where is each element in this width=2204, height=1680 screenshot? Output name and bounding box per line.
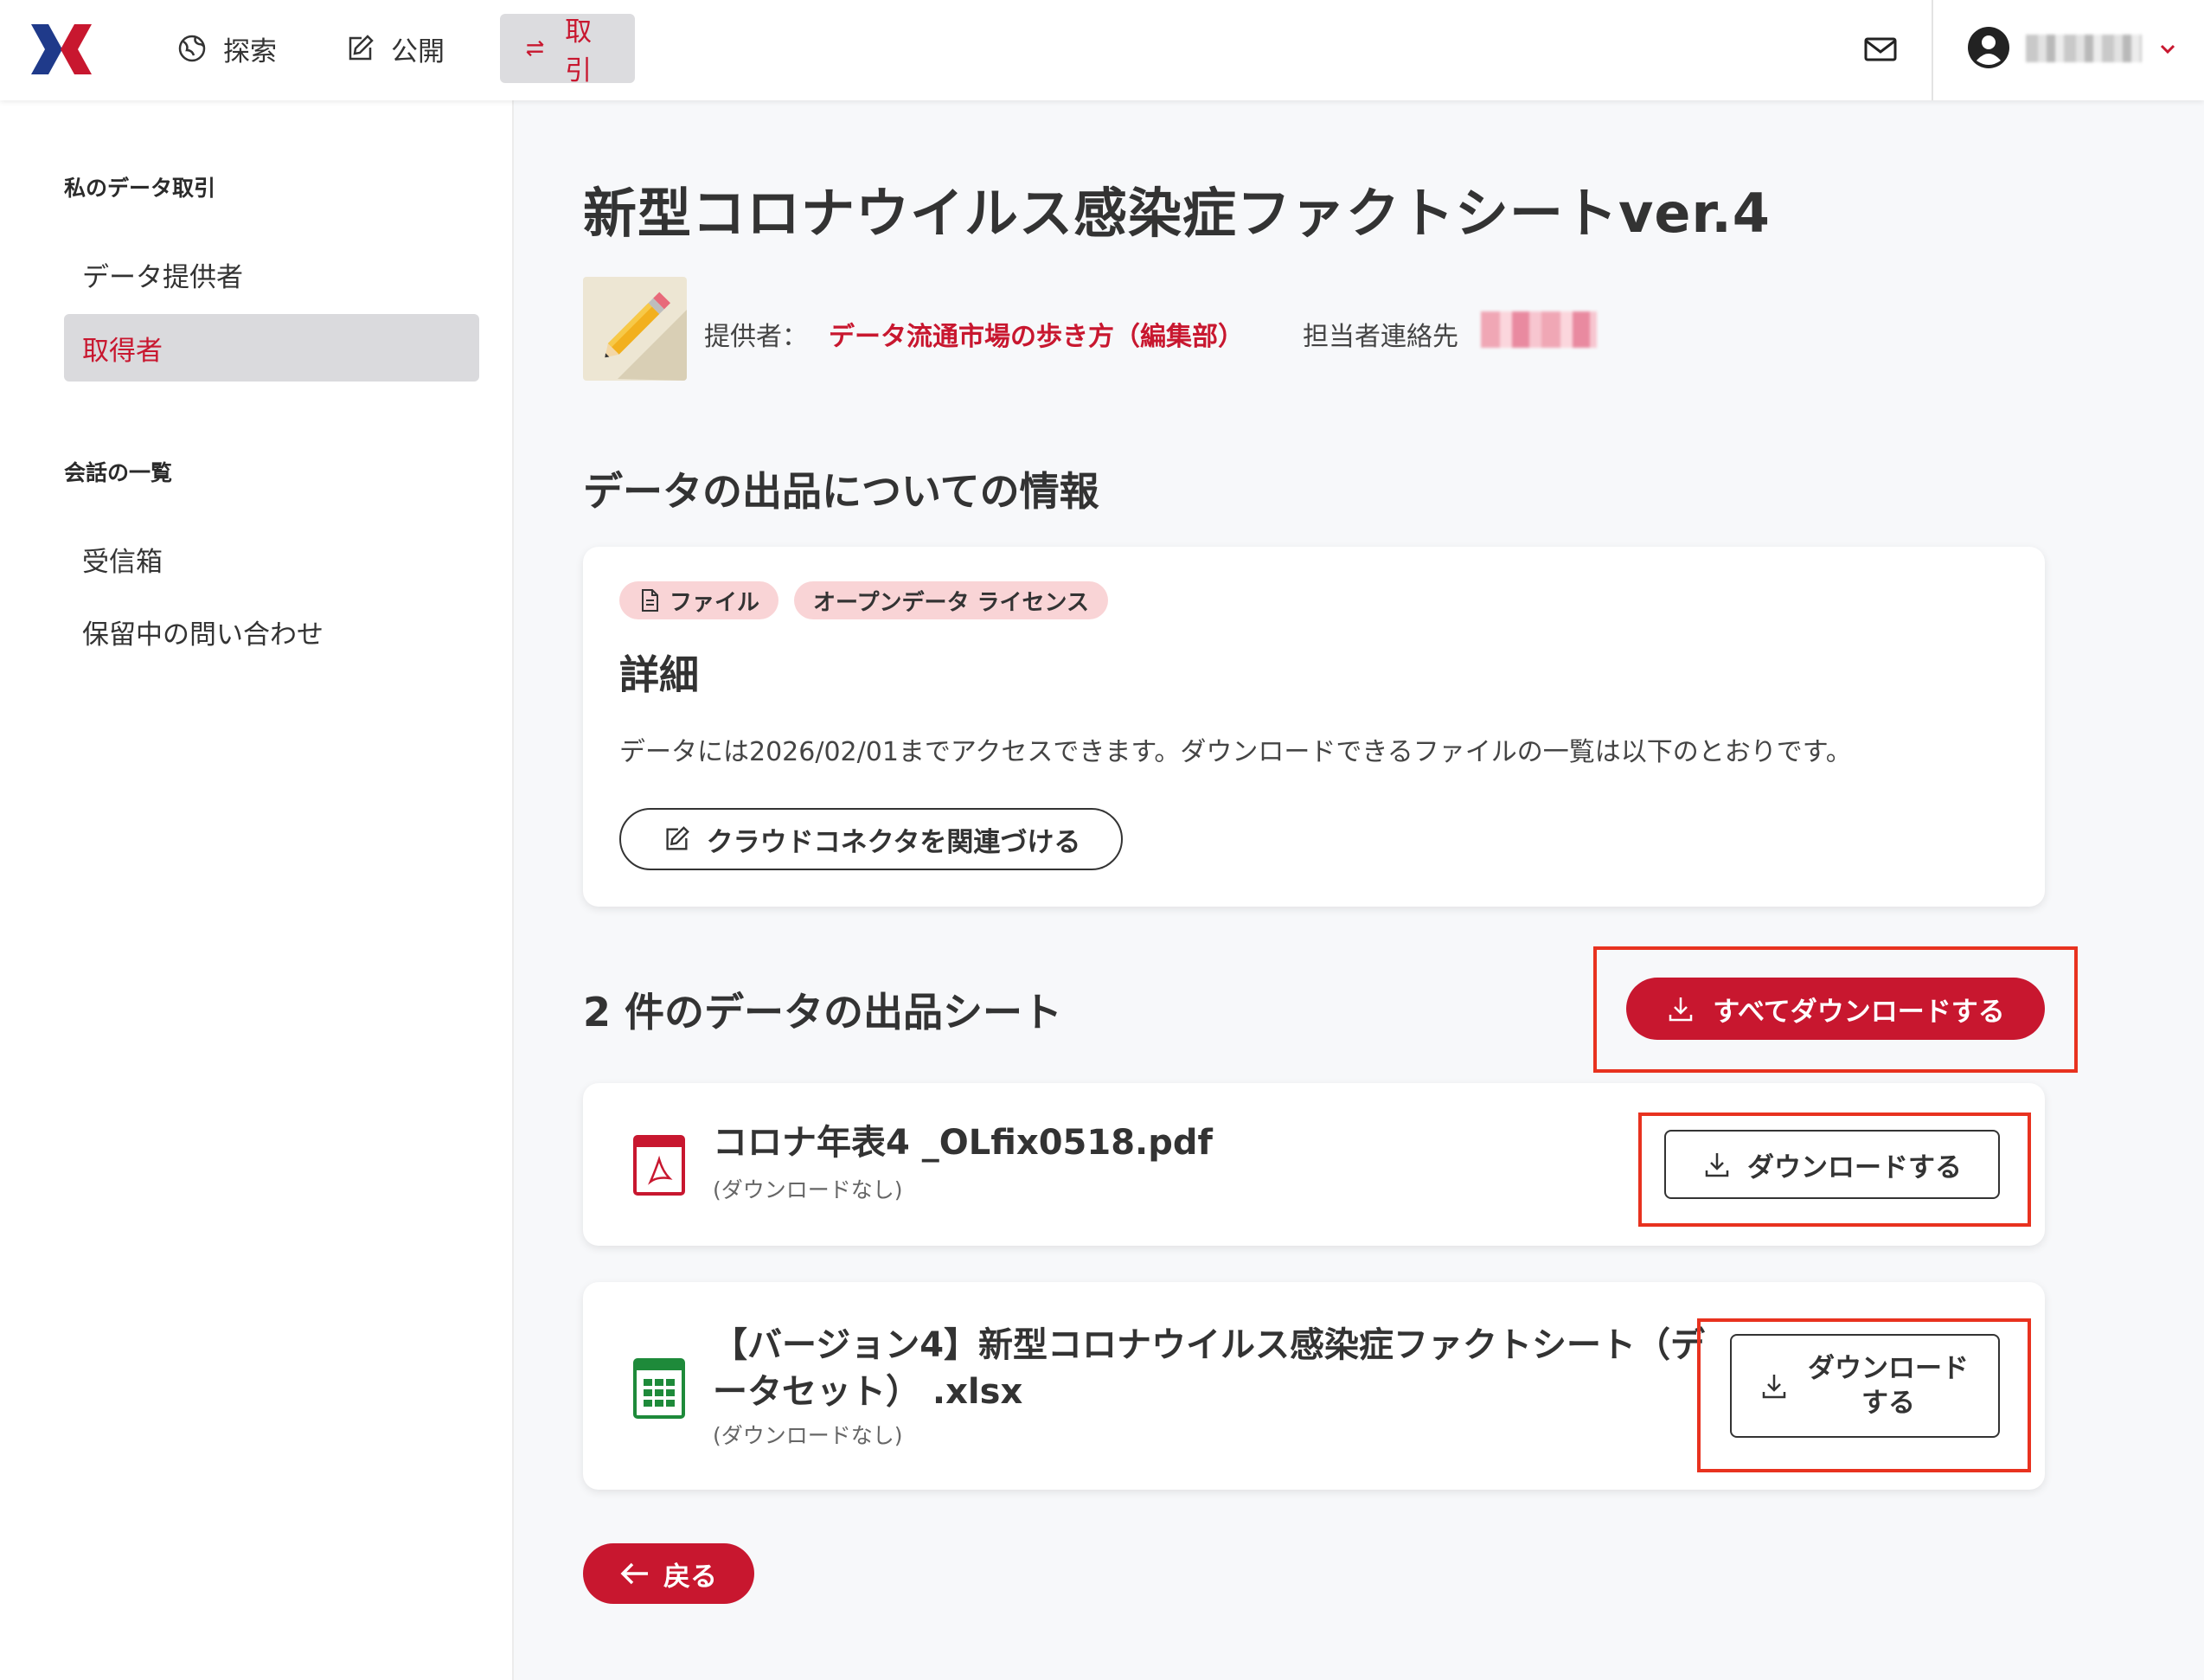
top-header: 探索 公開 取引 ■■■ ■■■ [0, 0, 2204, 100]
nav-trade-label: 取引 [565, 16, 593, 87]
link-cloud-connector-button[interactable]: クラウドコネクタを関連づける [619, 808, 1123, 870]
header-divider [1932, 0, 1933, 100]
pdf-file-icon [633, 1135, 685, 1196]
listing-info-heading: データの出品についての情報 [583, 468, 1099, 515]
highlight-box [1593, 946, 2078, 1073]
arrow-left-icon [620, 1562, 648, 1585]
details-heading: 詳細 [619, 651, 699, 698]
sidebar-section-conversations: 会話の一覧 [64, 460, 173, 485]
edit-icon [349, 35, 374, 61]
site-logo[interactable] [31, 22, 92, 76]
sidebar-item-acquirer[interactable]: 取得者 [64, 314, 479, 382]
edit-icon [666, 826, 689, 850]
mail-icon[interactable] [1863, 35, 1898, 64]
document-icon [642, 589, 658, 612]
back-button-label: 戻る [663, 1561, 717, 1593]
highlight-box [1638, 1113, 2031, 1227]
file-download-status: (ダウンロードなし) [713, 1177, 903, 1202]
sidebar-item-label: データ提供者 [82, 261, 243, 293]
highlight-box [1697, 1318, 2031, 1472]
details-text: データには2026/02/01までアクセスできます。ダウンロードできるファイルの… [619, 737, 1852, 767]
nav-explore-label: 探索 [223, 35, 277, 67]
pencil-icon [605, 292, 687, 381]
back-button[interactable]: 戻る [583, 1543, 754, 1604]
user-name[interactable]: ■■■ ■■■ [2026, 35, 2142, 62]
file-download-status: (ダウンロードなし) [713, 1423, 903, 1448]
provider-label: 提供者： [704, 322, 808, 352]
listing-info-card: ファイル オープンデータ ライセンス 詳細 データには2026/02/01までア… [583, 547, 2045, 907]
contact-value[interactable]: ■■■■■ [1481, 311, 1597, 348]
sidebar: 私のデータ取引 データ提供者 取得者 会話の一覧 受信箱 保留中の問い合わせ [0, 100, 514, 1680]
nav-publish-label: 公開 [391, 35, 445, 67]
file-name: 【バージョン4】新型コロナウイルス感染症ファクトシート（データセット） .xls… [713, 1325, 1706, 1412]
provider-thumbnail [583, 277, 687, 381]
sidebar-item-label: 取得者 [82, 335, 163, 367]
nav-publish[interactable]: 公開 [324, 14, 465, 83]
sidebar-item-inbox[interactable]: 受信箱 [64, 525, 479, 593]
nav-explore[interactable]: 探索 [156, 14, 298, 83]
file-name: コロナ年表4 _OLfix0518.pdf [713, 1123, 1213, 1163]
nav-trade[interactable]: 取引 [500, 14, 635, 87]
file-tag-label: ファイル [670, 589, 760, 616]
license-tag: オープンデータ ライセンス [794, 581, 1108, 619]
sidebar-item-pending-inquiries[interactable]: 保留中の問い合わせ [64, 598, 479, 665]
swap-icon [526, 40, 544, 57]
spreadsheet-file-icon [633, 1358, 685, 1419]
link-cloud-connector-label: クラウドコネクタを関連づける [706, 826, 1081, 858]
sidebar-section-my-trades: 私のデータ取引 [64, 176, 216, 201]
page-title: 新型コロナウイルス感染症ファクトシートver.4 [583, 182, 1771, 245]
sidebar-item-label: 保留中の問い合わせ [82, 619, 324, 651]
listing-sheets-heading: 2 件のデータの出品シート [583, 989, 1063, 1036]
provider-link[interactable]: データ流通市場の歩き方（編集部） [829, 315, 1244, 353]
chevron-down-icon[interactable] [2157, 38, 2178, 59]
globe-icon [178, 35, 206, 62]
contact-label: 担当者連絡先 [1303, 322, 1458, 352]
sidebar-item-data-provider[interactable]: データ提供者 [64, 240, 479, 308]
file-tag: ファイル [619, 581, 779, 619]
sidebar-item-label: 受信箱 [82, 546, 163, 578]
license-tag-label: オープンデータ ライセンス [813, 589, 1089, 616]
user-avatar-icon[interactable] [1967, 26, 2010, 69]
